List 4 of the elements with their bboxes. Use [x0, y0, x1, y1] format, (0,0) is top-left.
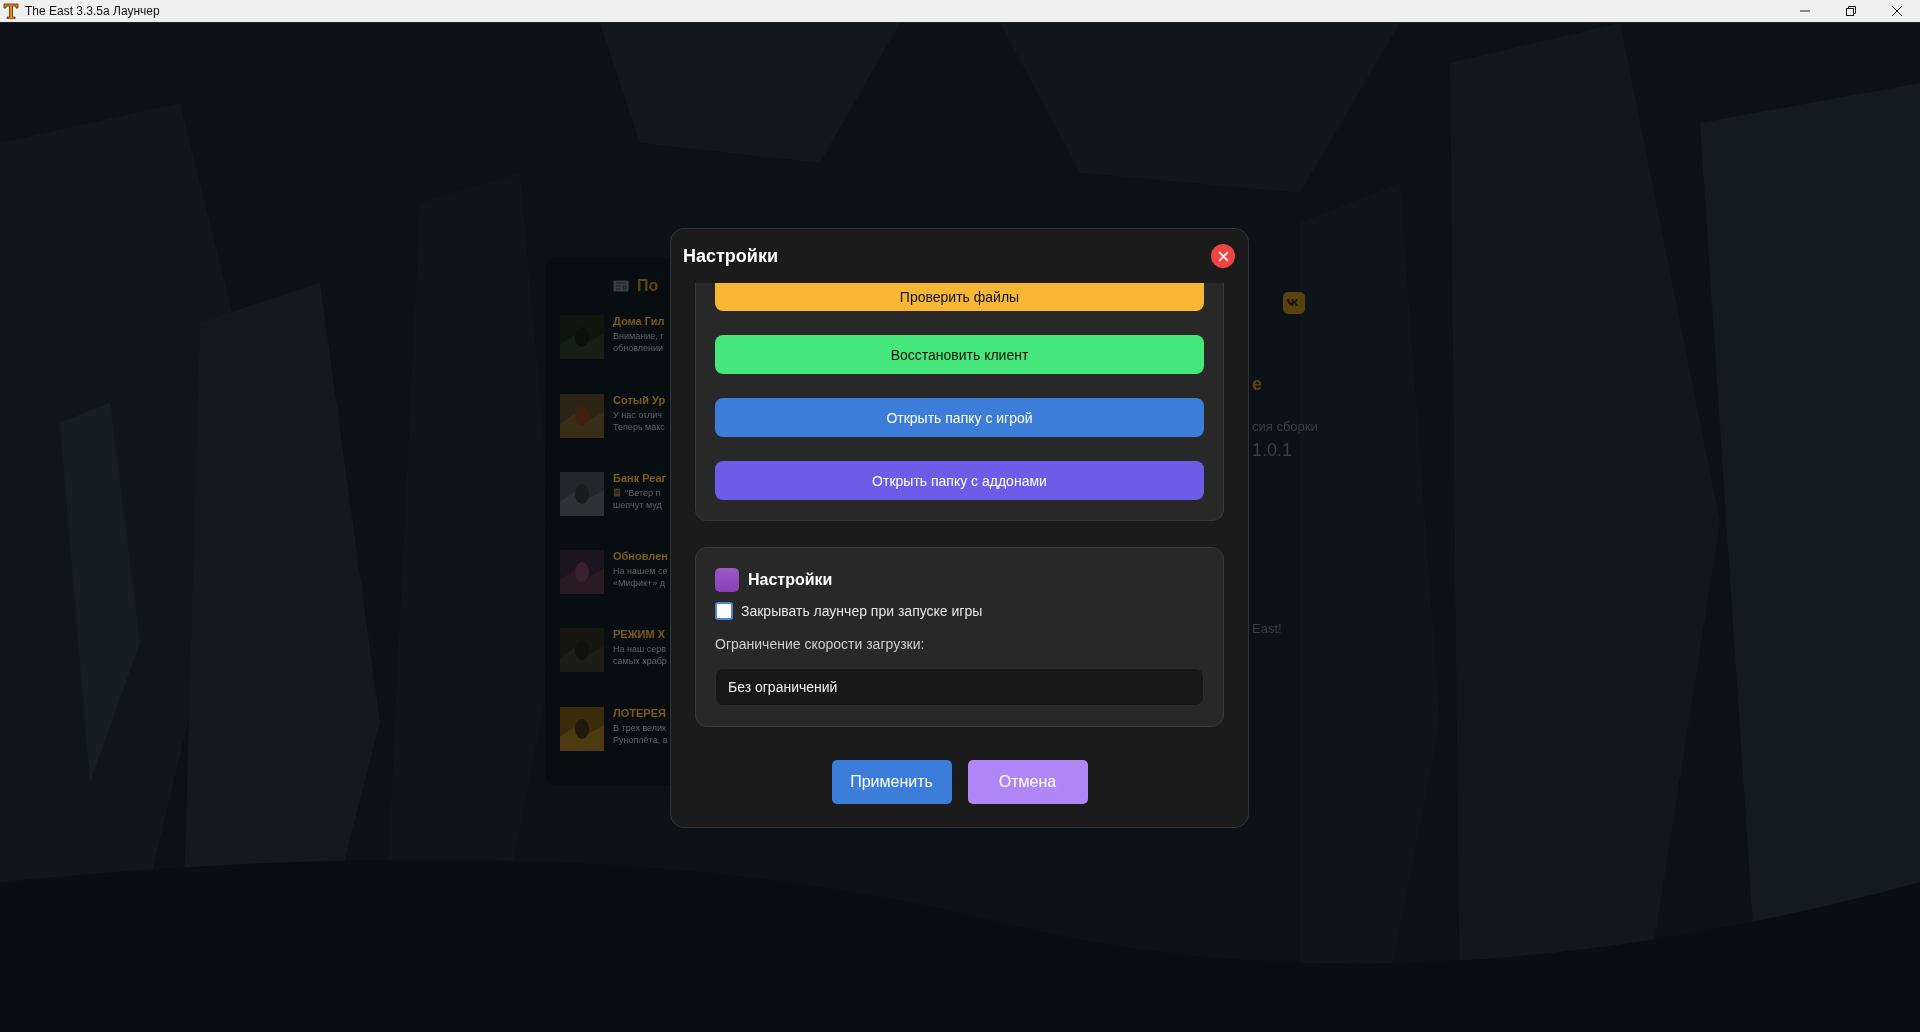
window-title: The East 3.3.5a Лаунчер: [25, 4, 160, 18]
restore-icon[interactable]: [1846, 6, 1856, 16]
close-icon[interactable]: [1892, 6, 1902, 16]
app-logo-icon: [3, 3, 19, 19]
